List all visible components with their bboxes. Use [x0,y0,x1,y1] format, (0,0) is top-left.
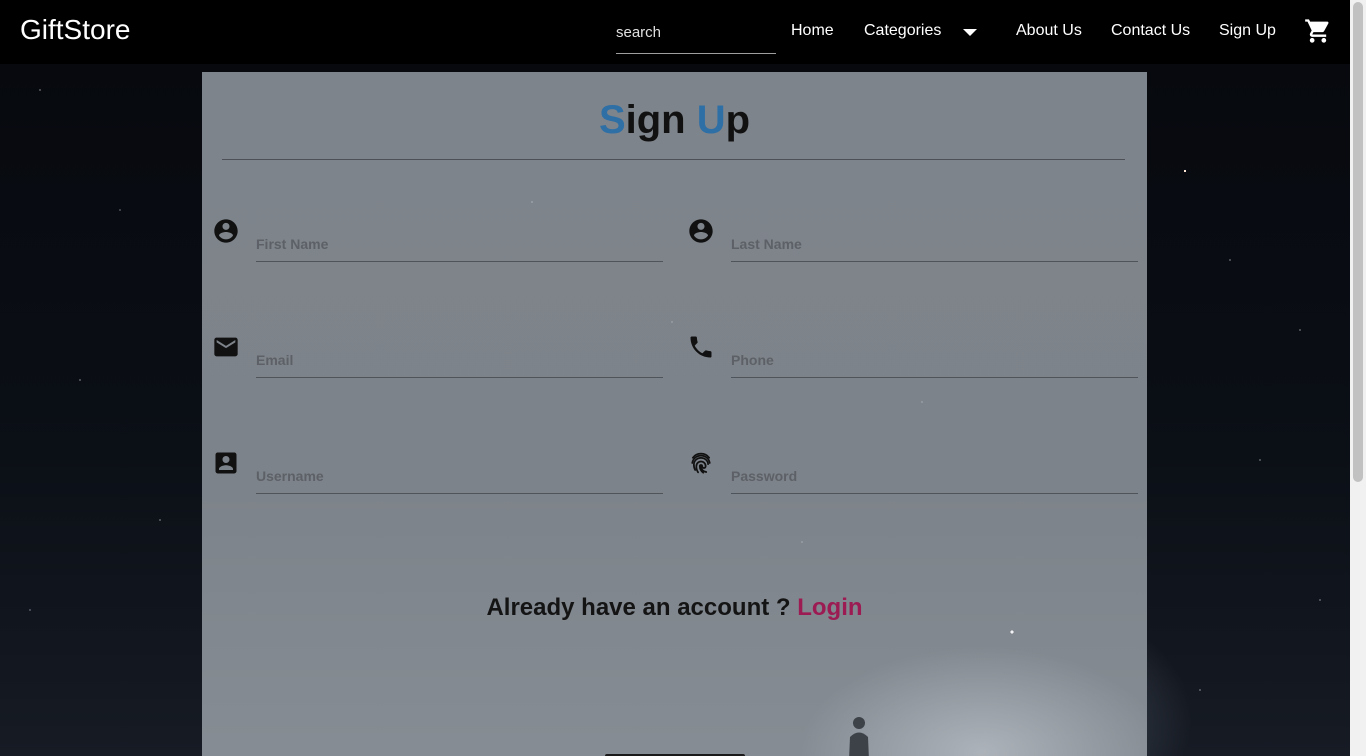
account-circle-icon [214,219,238,243]
mail-icon [214,337,238,357]
username-field[interactable] [256,458,663,494]
scrollbar-thumb[interactable] [1353,2,1363,482]
brand-logo[interactable]: GiftStore [20,14,130,46]
email-field[interactable] [256,342,663,378]
title-initial-s: S [598,98,626,142]
last-name-field[interactable] [731,226,1138,262]
signup-card: Sign Up Already have an account ? Login [202,72,1147,756]
account-circle-icon [689,219,713,243]
fingerprint-icon [691,452,711,474]
title-rest-ign: ign [625,98,697,142]
login-prompt-text: Already have an account ? [486,594,798,621]
nav-contact-link[interactable]: Contact Us [1111,22,1190,40]
caret-down-icon[interactable] [963,29,977,36]
login-link[interactable]: Login [797,594,862,621]
account-box-icon [215,452,237,474]
password-field[interactable] [731,458,1138,494]
person-silhouette-icon [849,717,869,756]
nav-home-link[interactable]: Home [791,22,834,40]
shopping-cart-icon[interactable] [1304,17,1332,45]
title-rest-p: p [725,98,751,142]
title-initial-u: U [696,98,726,142]
search-input[interactable] [616,12,776,54]
nav-about-link[interactable]: About Us [1016,22,1082,40]
phone-field[interactable] [731,342,1138,378]
login-prompt: Already have an account ? Login [202,594,1147,622]
first-name-field[interactable] [256,226,663,262]
top-navbar: GiftStore Home Categories About Us Conta… [0,0,1350,64]
phone-icon [690,336,712,358]
nav-signup-link[interactable]: Sign Up [1219,22,1276,40]
title-divider [222,159,1125,160]
page-title: Sign Up [202,98,1147,143]
nav-categories-link[interactable]: Categories [864,22,941,40]
page-scrollbar[interactable] [1350,0,1366,756]
